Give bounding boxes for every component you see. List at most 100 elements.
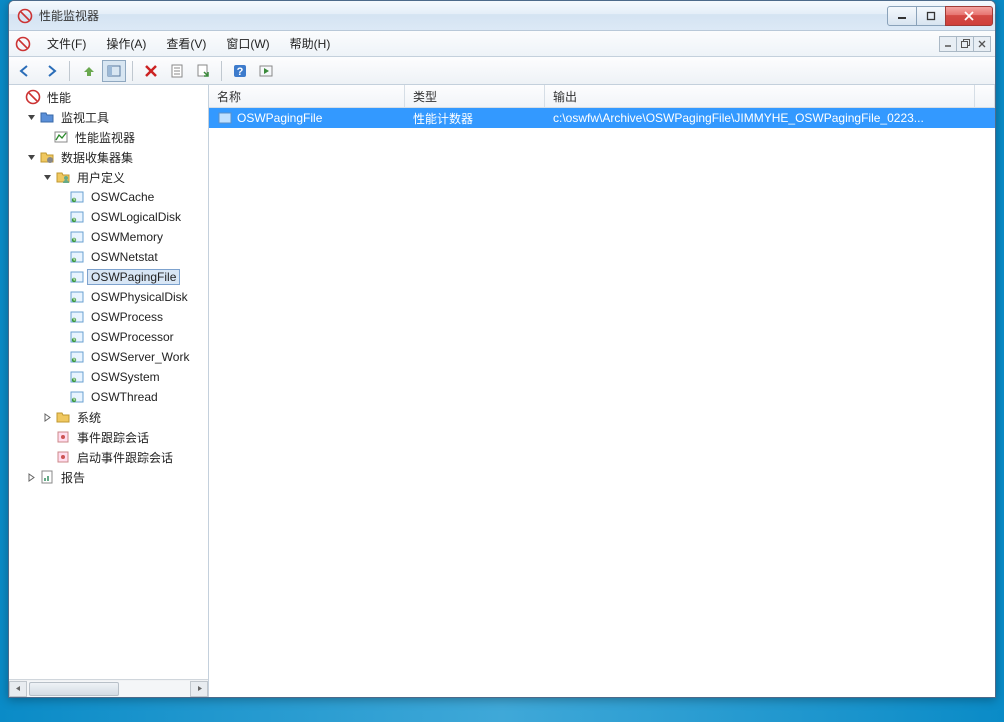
delete-button[interactable] bbox=[139, 60, 163, 82]
mmc-app-icon bbox=[15, 36, 31, 52]
session-icon bbox=[55, 449, 71, 465]
maximize-button[interactable] bbox=[916, 6, 946, 26]
up-button[interactable] bbox=[76, 60, 100, 82]
expand-icon[interactable] bbox=[41, 411, 53, 423]
app-icon bbox=[17, 8, 33, 24]
help-button[interactable]: ? bbox=[228, 60, 252, 82]
collector-icon bbox=[69, 269, 85, 285]
tree-reports[interactable]: 报告 bbox=[11, 467, 208, 487]
column-header-type[interactable]: 类型 bbox=[405, 85, 545, 107]
properties-button[interactable] bbox=[165, 60, 189, 82]
mdi-minimize-button[interactable] bbox=[939, 36, 957, 52]
list-header: 名称 类型 输出 bbox=[209, 85, 995, 108]
tree-label: 性能 bbox=[43, 89, 75, 106]
cell-name: OSWPagingFile bbox=[209, 110, 405, 126]
tree-user-defined[interactable]: 用户定义 bbox=[11, 167, 208, 187]
show-hide-tree-button[interactable] bbox=[102, 60, 126, 82]
tree-item-oswprocessor[interactable]: OSWProcessor bbox=[11, 327, 208, 347]
scroll-track[interactable] bbox=[27, 681, 190, 697]
tree-label: OSWThread bbox=[87, 390, 162, 404]
titlebar: 性能监视器 bbox=[9, 1, 995, 31]
tree-label: 系统 bbox=[73, 409, 105, 426]
folder-user-icon bbox=[55, 169, 71, 185]
session-icon bbox=[55, 429, 71, 445]
collector-icon bbox=[69, 369, 85, 385]
minimize-button[interactable] bbox=[887, 6, 917, 26]
collector-icon bbox=[69, 249, 85, 265]
list-row[interactable]: OSWPagingFile性能计数器c:\oswfw\Archive\OSWPa… bbox=[209, 108, 995, 128]
collapse-icon[interactable] bbox=[25, 151, 37, 163]
tree-collector-sets[interactable]: 数据收集器集 bbox=[11, 147, 208, 167]
cell-output: c:\oswfw\Archive\OSWPagingFile\JIMMYHE_O… bbox=[545, 111, 995, 125]
list-body: OSWPagingFile性能计数器c:\oswfw\Archive\OSWPa… bbox=[209, 108, 995, 697]
tree-item-oswnetstat[interactable]: OSWNetstat bbox=[11, 247, 208, 267]
tree-item-oswprocess[interactable]: OSWProcess bbox=[11, 307, 208, 327]
tree-event-session[interactable]: 事件跟踪会话 bbox=[11, 427, 208, 447]
menu-file[interactable]: 文件(F) bbox=[37, 31, 96, 56]
tree-item-oswlogicaldisk[interactable]: OSWLogicalDisk bbox=[11, 207, 208, 227]
tree-label: OSWProcessor bbox=[87, 330, 178, 344]
scroll-left-button[interactable] bbox=[9, 681, 27, 697]
tree-label: 用户定义 bbox=[73, 169, 129, 186]
tree-item-oswmemory[interactable]: OSWMemory bbox=[11, 227, 208, 247]
tree-label: 数据收集器集 bbox=[57, 149, 137, 166]
back-button[interactable] bbox=[13, 60, 37, 82]
tree-root[interactable]: 性能 bbox=[11, 87, 208, 107]
folder-gear-icon bbox=[39, 149, 55, 165]
tree-label: OSWSystem bbox=[87, 370, 164, 384]
tree-system[interactable]: 系统 bbox=[11, 407, 208, 427]
mdi-close-button[interactable] bbox=[973, 36, 991, 52]
mdi-restore-button[interactable] bbox=[956, 36, 974, 52]
tree-h-scrollbar[interactable] bbox=[9, 679, 208, 697]
menu-action[interactable]: 操作(A) bbox=[96, 31, 156, 56]
collapse-icon[interactable] bbox=[41, 171, 53, 183]
tree-label: 监视工具 bbox=[57, 109, 113, 126]
menu-window[interactable]: 窗口(W) bbox=[216, 31, 279, 56]
tree-pane: 性能 监视工具 性能监视器 数据收集器集 bbox=[9, 85, 209, 697]
tree-item-oswsystem[interactable]: OSWSystem bbox=[11, 367, 208, 387]
tree-perf-monitor[interactable]: 性能监视器 bbox=[11, 127, 208, 147]
report-icon bbox=[39, 469, 55, 485]
list-pane: 名称 类型 输出 OSWPagingFile性能计数器c:\oswfw\Arch… bbox=[209, 85, 995, 697]
run-button[interactable] bbox=[254, 60, 278, 82]
forward-button[interactable] bbox=[39, 60, 63, 82]
window-controls bbox=[888, 6, 993, 26]
tree-item-oswserver_work[interactable]: OSWServer_Work bbox=[11, 347, 208, 367]
column-header-output[interactable]: 输出 bbox=[545, 85, 975, 107]
scroll-thumb[interactable] bbox=[29, 682, 119, 696]
tree-label: OSWServer_Work bbox=[87, 350, 193, 364]
toolbar-separator bbox=[132, 61, 133, 81]
column-header-name[interactable]: 名称 bbox=[209, 85, 405, 107]
tree: 性能 监视工具 性能监视器 数据收集器集 bbox=[9, 85, 208, 679]
tree-startup-event-session[interactable]: 启动事件跟踪会话 bbox=[11, 447, 208, 467]
menu-view[interactable]: 查看(V) bbox=[156, 31, 216, 56]
tree-label: OSWLogicalDisk bbox=[87, 210, 185, 224]
tree-label: OSWPhysicalDisk bbox=[87, 290, 192, 304]
collector-icon bbox=[69, 309, 85, 325]
collector-icon bbox=[69, 189, 85, 205]
tree-monitor-tools[interactable]: 监视工具 bbox=[11, 107, 208, 127]
content-area: 性能 监视工具 性能监视器 数据收集器集 bbox=[9, 85, 995, 697]
menu-help[interactable]: 帮助(H) bbox=[280, 31, 341, 56]
svg-text:?: ? bbox=[237, 66, 244, 78]
tree-label: 启动事件跟踪会话 bbox=[73, 449, 177, 466]
collector-icon bbox=[69, 289, 85, 305]
tree-label: OSWProcess bbox=[87, 310, 167, 324]
tree-item-oswpagingfile[interactable]: OSWPagingFile bbox=[11, 267, 208, 287]
close-button[interactable] bbox=[945, 6, 993, 26]
tree-item-oswphysicaldisk[interactable]: OSWPhysicalDisk bbox=[11, 287, 208, 307]
expand-icon[interactable] bbox=[25, 471, 37, 483]
collapse-icon[interactable] bbox=[25, 111, 37, 123]
toolbar: ? bbox=[9, 57, 995, 85]
toolbar-separator bbox=[221, 61, 222, 81]
tree-label: OSWPagingFile bbox=[87, 269, 180, 285]
tree-item-oswthread[interactable]: OSWThread bbox=[11, 387, 208, 407]
collector-icon bbox=[69, 209, 85, 225]
scroll-right-button[interactable] bbox=[190, 681, 208, 697]
tree-label: OSWMemory bbox=[87, 230, 167, 244]
tree-item-oswcache[interactable]: OSWCache bbox=[11, 187, 208, 207]
tree-label: 报告 bbox=[57, 469, 89, 486]
export-button[interactable] bbox=[191, 60, 215, 82]
folder-icon bbox=[39, 109, 55, 125]
collector-icon bbox=[69, 329, 85, 345]
